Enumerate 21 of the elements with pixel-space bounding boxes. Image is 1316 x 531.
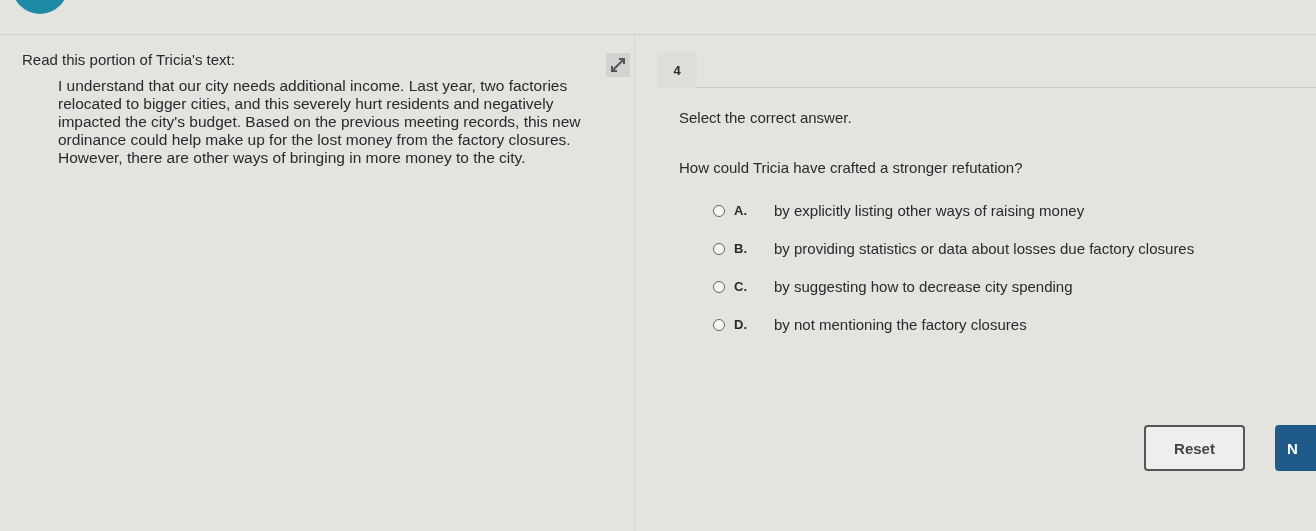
radio-button[interactable] xyxy=(713,280,725,293)
radio-button[interactable] xyxy=(713,242,725,255)
option-text[interactable]: by providing statistics or data about losses due factory closures xyxy=(774,240,1195,257)
passage-text: I understand that our city needs additional income. Last year, two factories relocated to bigger cities, and this severely hurt residents and negatively impacted the city's budget. Based on the previous meeting records, this new ordinance could help make up for the lost money from the factory closures. However, there are other ways of bringing in more money to the city. xyxy=(58,77,582,167)
expand-button[interactable] xyxy=(606,53,630,77)
option-text[interactable]: by not mentioning the factory closures xyxy=(774,316,1027,333)
reset-button[interactable]: Reset xyxy=(1144,425,1245,471)
option-letter: B. xyxy=(734,241,748,256)
radio-button[interactable] xyxy=(713,204,725,217)
passage-heading: Read this portion of Tricia's text: xyxy=(22,51,235,68)
option-text[interactable]: by explicitly listing other ways of raising money xyxy=(774,202,1085,219)
radio-button[interactable] xyxy=(713,318,725,331)
option-text[interactable]: by suggesting how to decrease city spending xyxy=(774,278,1073,295)
expand-icon xyxy=(610,57,626,73)
next-button[interactable]: N xyxy=(1275,425,1316,471)
option-letter: C. xyxy=(734,279,748,294)
question-number: 4 xyxy=(657,52,697,88)
option-letter: A. xyxy=(734,203,748,218)
option-letter: D. xyxy=(734,317,748,332)
instruction-text: Select the correct answer. xyxy=(679,109,853,126)
question-text: How could Tricia have crafted a stronger refutation? xyxy=(679,159,1024,176)
